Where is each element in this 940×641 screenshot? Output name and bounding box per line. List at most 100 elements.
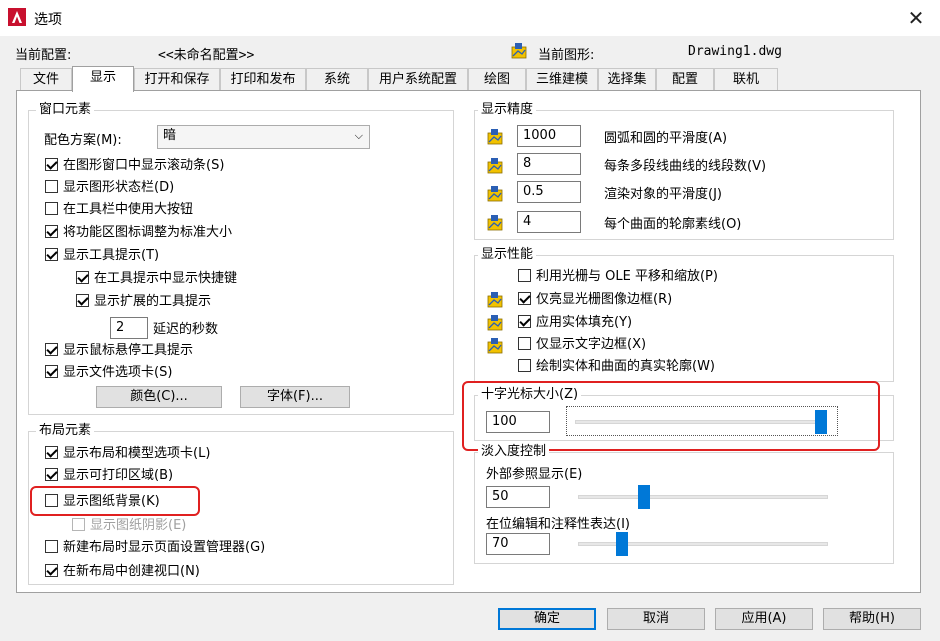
checkbox-box[interactable] [518, 269, 531, 282]
checkbox-label: 显示图形状态栏(D) [63, 180, 175, 195]
inplace-slider-thumb[interactable] [616, 532, 628, 556]
tab-display[interactable]: 显示 [72, 66, 134, 92]
tab-selection[interactable]: 选择集 [598, 68, 656, 90]
checkbox-box[interactable] [45, 180, 58, 193]
checkbox-box[interactable] [76, 271, 89, 284]
checkbox-label: 仅亮显光栅图像边框(R) [536, 292, 673, 307]
checkbox-box[interactable] [72, 518, 85, 531]
checkbox-label: 显示文件选项卡(S) [63, 365, 173, 380]
checkbox-label: 在工具栏中使用大按钮 [63, 202, 194, 217]
arc-smoothness-input[interactable]: 1000 [517, 125, 581, 147]
checkbox-create-viewport[interactable]: 在新布局中创建视口(N) [45, 562, 200, 582]
xref-fade-slider[interactable] [574, 483, 830, 511]
drawing-file-icon [511, 43, 527, 59]
xref-slider-track [578, 495, 828, 499]
checkbox-text-boundary[interactable]: 仅显示文字边框(X) [518, 335, 646, 355]
checkbox-box[interactable] [518, 315, 531, 328]
checkbox-raster-ole-pan[interactable]: 利用光栅与 OLE 平移和缩放(P) [518, 267, 718, 287]
rendered-smoothness-input[interactable]: 0.5 [517, 181, 581, 203]
tab-drafting[interactable]: 绘图 [468, 68, 526, 90]
polyline-segments-label: 每条多段线曲线的线段数(V) [604, 159, 767, 174]
cancel-button[interactable]: 取消 [607, 608, 705, 630]
polyline-segments-input[interactable]: 8 [517, 153, 581, 175]
checkbox-true-silhouettes[interactable]: 绘制实体和曲面的真实轮廓(W) [518, 357, 715, 377]
checkbox-label: 在工具提示中显示快捷键 [94, 271, 238, 286]
tab-files[interactable]: 文件 [20, 68, 72, 90]
checkbox-box[interactable] [45, 202, 58, 215]
checkbox-large-buttons[interactable]: 在工具栏中使用大按钮 [45, 200, 193, 220]
checkbox-box[interactable] [76, 294, 89, 307]
tooltip-delay-input[interactable]: 2 [110, 317, 148, 339]
checkbox-label: 显示图纸阴影(E) [90, 518, 187, 533]
checkbox-box[interactable] [45, 248, 58, 261]
inplace-fade-input[interactable]: 70 [486, 533, 550, 555]
tab-user-preferences[interactable]: 用户系统配置 [368, 68, 468, 90]
checkbox-rollover-tooltips[interactable]: 显示鼠标悬停工具提示 [45, 341, 193, 361]
color-scheme-select[interactable]: 暗 ⌵ [157, 125, 370, 149]
xref-fade-input[interactable]: 50 [486, 486, 550, 508]
drawing-saved-icon [487, 338, 503, 354]
inplace-fade-slider[interactable] [574, 530, 830, 558]
drawing-saved-icon [487, 292, 503, 308]
checkbox-box[interactable] [45, 365, 58, 378]
title-bar [0, 0, 940, 36]
checkbox-box[interactable] [45, 446, 58, 459]
drawing-saved-icon [487, 315, 503, 331]
current-profile-value: <<未命名配置>> [158, 48, 255, 63]
display-resolution-title: 显示精度 [478, 102, 537, 118]
checkbox-raster-frame[interactable]: 仅亮显光栅图像边框(R) [518, 290, 672, 310]
checkbox-extended-tooltips[interactable]: 显示扩展的工具提示 [76, 292, 211, 312]
checkbox-box[interactable] [45, 158, 58, 171]
checkbox-box[interactable] [45, 540, 58, 553]
display-performance-title: 显示性能 [478, 247, 537, 263]
checkbox-page-setup-manager[interactable]: 新建布局时显示页面设置管理器(G) [45, 538, 265, 558]
checkbox-label: 在图形窗口中显示滚动条(S) [63, 158, 225, 173]
checkbox-box[interactable] [45, 468, 58, 481]
colors-button[interactable]: 颜色(C)... [96, 386, 222, 408]
checkbox-printable-area[interactable]: 显示可打印区域(B) [45, 466, 173, 486]
checkbox-box[interactable] [518, 359, 531, 372]
checkbox-label: 显示可打印区域(B) [63, 468, 174, 483]
checkbox-file-tabs[interactable]: 显示文件选项卡(S) [45, 363, 172, 383]
checkbox-label: 显示鼠标悬停工具提示 [63, 343, 194, 358]
checkbox-box[interactable] [518, 292, 531, 305]
current-profile-label: 当前配置: [15, 48, 72, 63]
close-icon[interactable]: ✕ [900, 4, 932, 32]
checkbox-label: 新建布局时显示页面设置管理器(G) [63, 540, 266, 555]
color-scheme-value: 暗 [163, 128, 177, 143]
checkbox-ribbon-icon-size[interactable]: 将功能区图标调整为标准大小 [45, 223, 232, 243]
checkbox-box[interactable] [518, 337, 531, 350]
xref-slider-thumb[interactable] [638, 485, 650, 509]
checkbox-box[interactable] [45, 564, 58, 577]
chevron-down-icon: ⌵ [354, 129, 363, 142]
checkbox-box[interactable] [45, 343, 58, 356]
checkbox-show-status-bar[interactable]: 显示图形状态栏(D) [45, 178, 174, 198]
apply-button[interactable]: 应用(A) [715, 608, 813, 630]
fonts-button[interactable]: 字体(F)... [240, 386, 350, 408]
help-button[interactable]: 帮助(H) [823, 608, 921, 630]
tab-profiles[interactable]: 配置 [656, 68, 714, 90]
tab-system[interactable]: 系统 [306, 68, 368, 90]
checkbox-label: 显示工具提示(T) [63, 248, 160, 263]
contour-lines-input[interactable]: 4 [517, 211, 581, 233]
drawing-saved-icon [487, 129, 503, 145]
highlight-annotation [30, 486, 200, 516]
ok-button[interactable]: 确定 [498, 608, 596, 630]
checkbox-label: 将功能区图标调整为标准大小 [63, 225, 233, 240]
autocad-logo-icon [8, 8, 26, 26]
arc-smoothness-label: 圆弧和圆的平滑度(A) [604, 131, 728, 146]
checkbox-tooltip-shortcuts[interactable]: 在工具提示中显示快捷键 [76, 269, 237, 289]
color-scheme-label: 配色方案(M): [44, 133, 122, 148]
tab-3d-modeling[interactable]: 三维建模 [526, 68, 598, 90]
tab-open-save[interactable]: 打开和保存 [134, 68, 220, 90]
tab-plot-publish[interactable]: 打印和发布 [220, 68, 306, 90]
checkbox-label: 利用光栅与 OLE 平移和缩放(P) [536, 269, 718, 284]
checkbox-box[interactable] [45, 225, 58, 238]
checkbox-paper-shadow[interactable]: 显示图纸阴影(E) [72, 516, 186, 536]
rendered-smoothness-label: 渲染对象的平滑度(J) [604, 187, 722, 202]
checkbox-show-scrollbars[interactable]: 在图形窗口中显示滚动条(S) [45, 156, 224, 176]
tab-online[interactable]: 联机 [714, 68, 778, 90]
checkbox-solid-fill[interactable]: 应用实体填充(Y) [518, 313, 632, 333]
checkbox-show-tooltips[interactable]: 显示工具提示(T) [45, 246, 159, 266]
checkbox-layout-model-tabs[interactable]: 显示布局和模型选项卡(L) [45, 444, 210, 464]
